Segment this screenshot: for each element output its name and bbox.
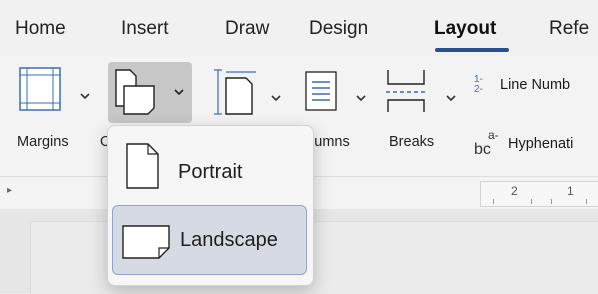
columns-icon bbox=[305, 71, 366, 111]
tab-design[interactable]: Design bbox=[309, 18, 368, 40]
menu-item-label: Portrait bbox=[178, 161, 243, 183]
page-size-icon bbox=[214, 69, 281, 115]
orientation-menu: Portrait Landscape bbox=[107, 125, 314, 286]
ruler-number: 2 bbox=[511, 184, 518, 198]
margins-label: Margins bbox=[17, 134, 69, 150]
ruler-tick bbox=[493, 199, 494, 204]
breaks-icon bbox=[386, 70, 456, 112]
tab-layout[interactable]: Layout bbox=[434, 18, 496, 40]
line-numbers-label: Line Numb bbox=[500, 77, 571, 93]
breaks-button[interactable] bbox=[384, 66, 474, 121]
hyphenation-icon-bottom: bc bbox=[474, 141, 491, 158]
columns-button[interactable] bbox=[304, 70, 374, 119]
landscape-page-icon bbox=[122, 225, 170, 259]
chevron-down-icon bbox=[446, 95, 456, 102]
ruler-indent-marker-icon[interactable]: ▸ bbox=[7, 185, 12, 196]
horizontal-ruler[interactable]: 2 1 bbox=[480, 181, 598, 207]
tab-insert[interactable]: Insert bbox=[121, 18, 169, 40]
ruler-tick bbox=[551, 199, 552, 204]
tab-draw[interactable]: Draw bbox=[225, 18, 269, 40]
breaks-label: Breaks bbox=[389, 134, 435, 150]
line-numbers-button[interactable]: 1- 2- Line Numb bbox=[474, 74, 598, 100]
hyphenation-button[interactable]: a- bc Hyphenati bbox=[474, 128, 598, 162]
chevron-down-icon bbox=[356, 95, 366, 102]
size-button[interactable] bbox=[208, 68, 288, 121]
orientation-icon bbox=[115, 69, 184, 115]
ribbon-tab-bar: Home Insert Draw Design Layout Refe bbox=[0, 0, 598, 56]
orientation-button[interactable] bbox=[108, 62, 192, 123]
line-numbers-icon: 1- 2- bbox=[474, 74, 483, 95]
chevron-down-icon bbox=[80, 93, 90, 100]
active-tab-underline bbox=[435, 48, 509, 52]
menu-item-label: Landscape bbox=[180, 229, 278, 251]
margins-button[interactable] bbox=[18, 66, 98, 119]
ruler-number: 1 bbox=[567, 184, 574, 198]
ruler-tick bbox=[586, 199, 587, 204]
ruler-tick bbox=[531, 199, 532, 204]
menu-item-landscape[interactable]: Landscape bbox=[112, 205, 307, 275]
chevron-down-icon bbox=[174, 89, 184, 96]
hyphenation-icon-top: a- bbox=[488, 128, 499, 142]
margins-icon bbox=[19, 67, 90, 111]
tab-references[interactable]: Refe bbox=[549, 18, 589, 40]
menu-item-portrait[interactable]: Portrait bbox=[112, 130, 307, 200]
chevron-down-icon bbox=[271, 95, 281, 102]
tab-home[interactable]: Home bbox=[15, 18, 66, 40]
portrait-page-icon bbox=[126, 143, 159, 189]
hyphenation-label: Hyphenati bbox=[508, 136, 574, 152]
